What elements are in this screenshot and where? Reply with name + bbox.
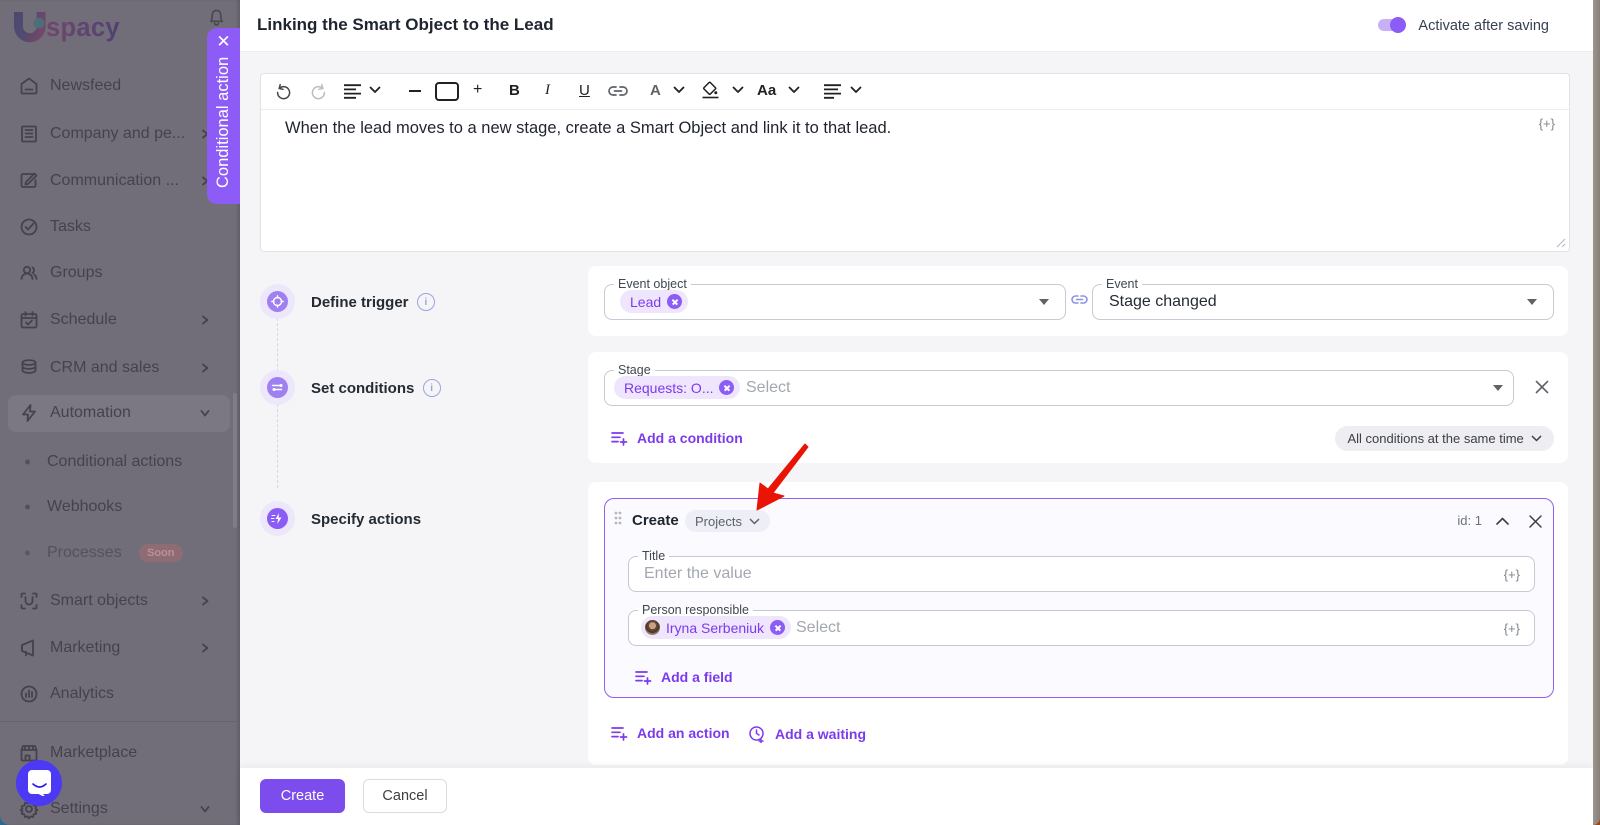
svg-text:spacy: spacy bbox=[46, 14, 120, 42]
